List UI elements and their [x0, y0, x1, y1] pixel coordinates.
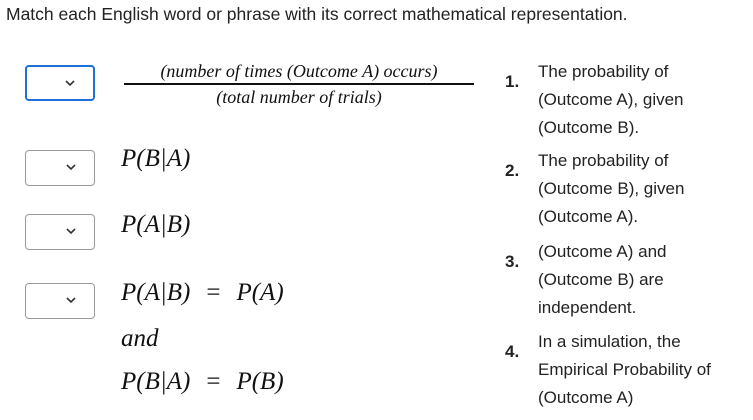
expression-rhs: P(A)	[236, 279, 284, 306]
option-number-3: 3.	[505, 252, 520, 271]
independence-and: and	[121, 325, 159, 353]
option-text-2: The probability of (Outcome B), given (O…	[538, 151, 685, 226]
expression-text: P(A|B)	[121, 211, 191, 238]
expression-text: P(B|A)	[121, 145, 191, 172]
and-word: and	[121, 325, 159, 352]
chevron-down-icon	[66, 297, 76, 304]
expression-p-a-given-b: P(A|B)	[121, 211, 190, 239]
option-number-4: 4.	[505, 342, 520, 361]
chevron-down-icon	[65, 80, 75, 87]
option-number-1: 1.	[505, 72, 520, 91]
match-select-3[interactable]	[25, 214, 95, 250]
option-text-3: (Outcome A) and (Outcome B) are independ…	[538, 242, 667, 317]
fraction-denominator: (total number of trials)	[216, 86, 382, 107]
fraction-expression: (number of times (Outcome A) occurs) (to…	[124, 60, 474, 108]
option-text-4: In a simulation, the Empirical Probabili…	[538, 332, 711, 407]
chevron-down-icon	[66, 228, 76, 235]
option-number-2: 2.	[505, 161, 520, 180]
match-select-4[interactable]	[25, 283, 95, 319]
expression-lhs: P(B|A)	[121, 368, 191, 395]
match-select-1[interactable]	[25, 65, 95, 101]
option-text-1: The probability of (Outcome A), given (O…	[538, 62, 684, 137]
match-select-2[interactable]	[25, 150, 95, 186]
fraction-numerator: (number of times (Outcome A) occurs)	[160, 61, 438, 81]
expression-p-b-given-a: P(B|A)	[121, 145, 190, 173]
question-prompt: Match each English word or phrase with i…	[6, 4, 628, 24]
independence-line-1: P(A|B) = P(A)	[121, 279, 284, 307]
chevron-down-icon	[66, 164, 76, 171]
independence-line-3: P(B|A) = P(B)	[121, 368, 284, 396]
equals-sign: =	[206, 279, 221, 306]
fraction-bar	[124, 83, 474, 85]
expression-rhs: P(B)	[236, 368, 284, 395]
expression-lhs: P(A|B)	[121, 279, 191, 306]
equals-sign: =	[206, 368, 221, 395]
